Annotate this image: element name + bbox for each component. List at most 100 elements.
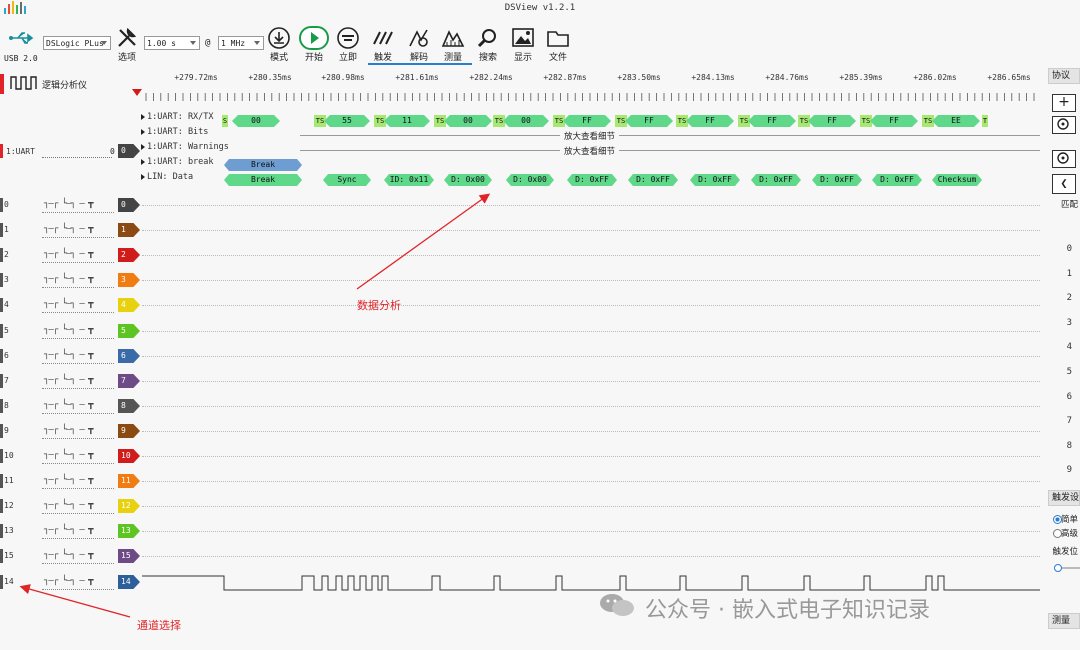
slider-handle[interactable] — [1054, 564, 1062, 572]
lin-frame-field[interactable]: D: 0xFF — [872, 174, 922, 186]
expand-arrow-icon[interactable] — [141, 129, 145, 135]
channel-tag[interactable]: 9 — [118, 424, 140, 438]
samplerate-select[interactable]: 1 MHz — [218, 36, 264, 50]
channel-tag[interactable]: 0 — [118, 198, 140, 212]
trigger-settings-tab[interactable]: 触发设 — [1048, 490, 1080, 506]
trigger-edge-icons[interactable]: ┐‒┌ └‒┐ ‒ ┳ — [44, 500, 94, 510]
lin-frame-field[interactable]: D: 0x00 — [444, 174, 492, 186]
channel-tag[interactable]: 7 — [118, 374, 140, 388]
trigger-edge-icons[interactable]: ┐‒┌ └‒┐ ‒ ┳ — [44, 199, 94, 209]
channel-marker[interactable] — [0, 298, 3, 312]
expand-arrow-icon[interactable] — [141, 174, 145, 180]
channel-marker[interactable] — [0, 575, 3, 589]
trigger-edge-icons[interactable]: ┐‒┌ └‒┐ ‒ ┳ — [44, 576, 94, 586]
lin-frame-field[interactable]: D: 0x00 — [506, 174, 554, 186]
trigger-edge-icons[interactable]: ┐‒┌ └‒┐ ‒ ┳ — [44, 350, 94, 360]
channel-tag[interactable]: 4 — [118, 298, 140, 312]
lin-break[interactable]: Break — [224, 174, 302, 186]
file-button[interactable]: 文件 — [538, 24, 578, 72]
uart-byte[interactable]: FF — [625, 115, 673, 127]
settings-button[interactable] — [1052, 116, 1076, 134]
config-button[interactable] — [1052, 150, 1076, 168]
lin-frame-field[interactable]: D: 0xFF — [751, 174, 801, 186]
channel-tag[interactable]: 1 — [118, 223, 140, 237]
lin-frame-field[interactable]: D: 0xFF — [628, 174, 678, 186]
uart-byte[interactable]: 55 — [324, 115, 370, 127]
uart-byte[interactable]: 00 — [503, 115, 549, 127]
channel-marker[interactable] — [0, 424, 3, 438]
channel-marker[interactable] — [0, 374, 3, 388]
trigger-edge-icons[interactable]: ┐‒┌ └‒┐ ‒ ┳ — [44, 550, 94, 560]
lin-frame-field[interactable]: D: 0xFF — [690, 174, 740, 186]
trigger-edge-icons[interactable]: ┐‒┌ └‒┐ ‒ ┳ — [44, 299, 94, 309]
channel-tag[interactable]: 3 — [118, 273, 140, 287]
trigger-edge-icons[interactable]: ┐‒┌ └‒┐ ‒ ┳ — [44, 475, 94, 485]
lin-frame-field[interactable]: Checksum — [932, 174, 982, 186]
channel-tag[interactable]: 12 — [118, 499, 140, 513]
break-marker[interactable]: Break — [224, 159, 302, 171]
uart-byte[interactable]: 11 — [384, 115, 430, 127]
lin-frame-field[interactable]: D: 0xFF — [812, 174, 862, 186]
channel-marker[interactable] — [0, 549, 3, 563]
gear-icon-2 — [1057, 152, 1069, 164]
expand-arrow-icon[interactable] — [141, 159, 145, 165]
device-select[interactable]: DSLogic PLus — [43, 36, 111, 50]
trigger-edge-icons[interactable]: ┐‒┌ └‒┐ ‒ ┳ — [44, 450, 94, 460]
channel-marker[interactable] — [0, 248, 3, 262]
display-button[interactable]: 显示 — [503, 24, 543, 72]
lin-frame-field[interactable]: ID: 0x11 — [384, 174, 434, 186]
channel-tag[interactable]: 6 — [118, 349, 140, 363]
search-button[interactable]: 搜索 — [468, 24, 508, 72]
channel-marker[interactable] — [0, 474, 3, 488]
analyzer-label: 逻辑分析仪 — [42, 81, 88, 91]
channel-marker[interactable] — [0, 223, 3, 237]
channel-tag[interactable]: 14 — [118, 575, 140, 589]
channel-tag[interactable]: 5 — [118, 324, 140, 338]
mode-button[interactable]: 模式 — [259, 24, 299, 72]
uart-tag[interactable]: 0 — [118, 144, 140, 158]
uart-byte[interactable]: EE — [932, 115, 980, 127]
lin-frame-field[interactable]: D: 0xFF — [567, 174, 617, 186]
cursor-marker-icon[interactable] — [132, 89, 142, 97]
channel-marker[interactable] — [0, 449, 3, 463]
uart-byte[interactable]: FF — [808, 115, 856, 127]
trigger-edge-icons[interactable]: ┐‒┌ └‒┐ ‒ ┳ — [44, 224, 94, 234]
channel-tag[interactable]: 10 — [118, 449, 140, 463]
channel-marker[interactable] — [0, 399, 3, 413]
trigger-edge-icons[interactable]: ┐‒┌ └‒┐ ‒ ┳ — [44, 325, 94, 335]
channel-marker[interactable] — [0, 349, 3, 363]
uart-byte[interactable]: FF — [686, 115, 734, 127]
trigger-edge-icons[interactable]: ┐‒┌ └‒┐ ‒ ┳ — [44, 400, 94, 410]
channel-tag[interactable]: 8 — [118, 399, 140, 413]
expand-arrow-icon[interactable] — [141, 144, 145, 150]
measure-button[interactable]: 测量 — [433, 24, 473, 72]
channel-marker[interactable] — [0, 198, 3, 212]
channel-marker[interactable] — [0, 499, 3, 513]
trigger-edge-icons[interactable]: ┐‒┌ └‒┐ ‒ ┳ — [44, 525, 94, 535]
uart-byte[interactable]: FF — [870, 115, 918, 127]
trigger-edge-icons[interactable]: ┐‒┌ └‒┐ ‒ ┳ — [44, 375, 94, 385]
uart-byte[interactable]: FF — [748, 115, 796, 127]
trigger-edge-icons[interactable]: ┐‒┌ └‒┐ ‒ ┳ — [44, 249, 94, 259]
expand-arrow-icon[interactable] — [141, 114, 145, 120]
options-button[interactable]: 选项 — [107, 24, 147, 72]
protocol-tab[interactable]: 协议 — [1048, 68, 1080, 84]
uart-byte[interactable]: 00 — [444, 115, 492, 127]
channel-marker[interactable] — [0, 324, 3, 338]
measure-tab[interactable]: 测量 — [1048, 613, 1080, 629]
channel-tag[interactable]: 11 — [118, 474, 140, 488]
add-decoder-button[interactable]: + — [1052, 94, 1076, 112]
channel-marker[interactable] — [0, 524, 3, 538]
collapse-button[interactable]: ❮ — [1052, 174, 1076, 194]
channel-tag[interactable]: 13 — [118, 524, 140, 538]
trigger-edge-icons[interactable]: ┐‒┌ └‒┐ ‒ ┳ — [44, 425, 94, 435]
channel-marker[interactable] — [0, 273, 3, 287]
channel-tag[interactable]: 15 — [118, 549, 140, 563]
uart-byte[interactable]: FF — [563, 115, 611, 127]
uart-byte[interactable]: 00 — [232, 115, 280, 127]
lin-frame-field[interactable]: Sync — [323, 174, 371, 186]
trigger-edge-icons[interactable]: ┐‒┌ └‒┐ ‒ ┳ — [44, 274, 94, 284]
channel-tag[interactable]: 2 — [118, 248, 140, 262]
duration-select[interactable]: 1.00 s — [144, 36, 200, 50]
instant-button[interactable]: 立即 — [328, 24, 368, 72]
